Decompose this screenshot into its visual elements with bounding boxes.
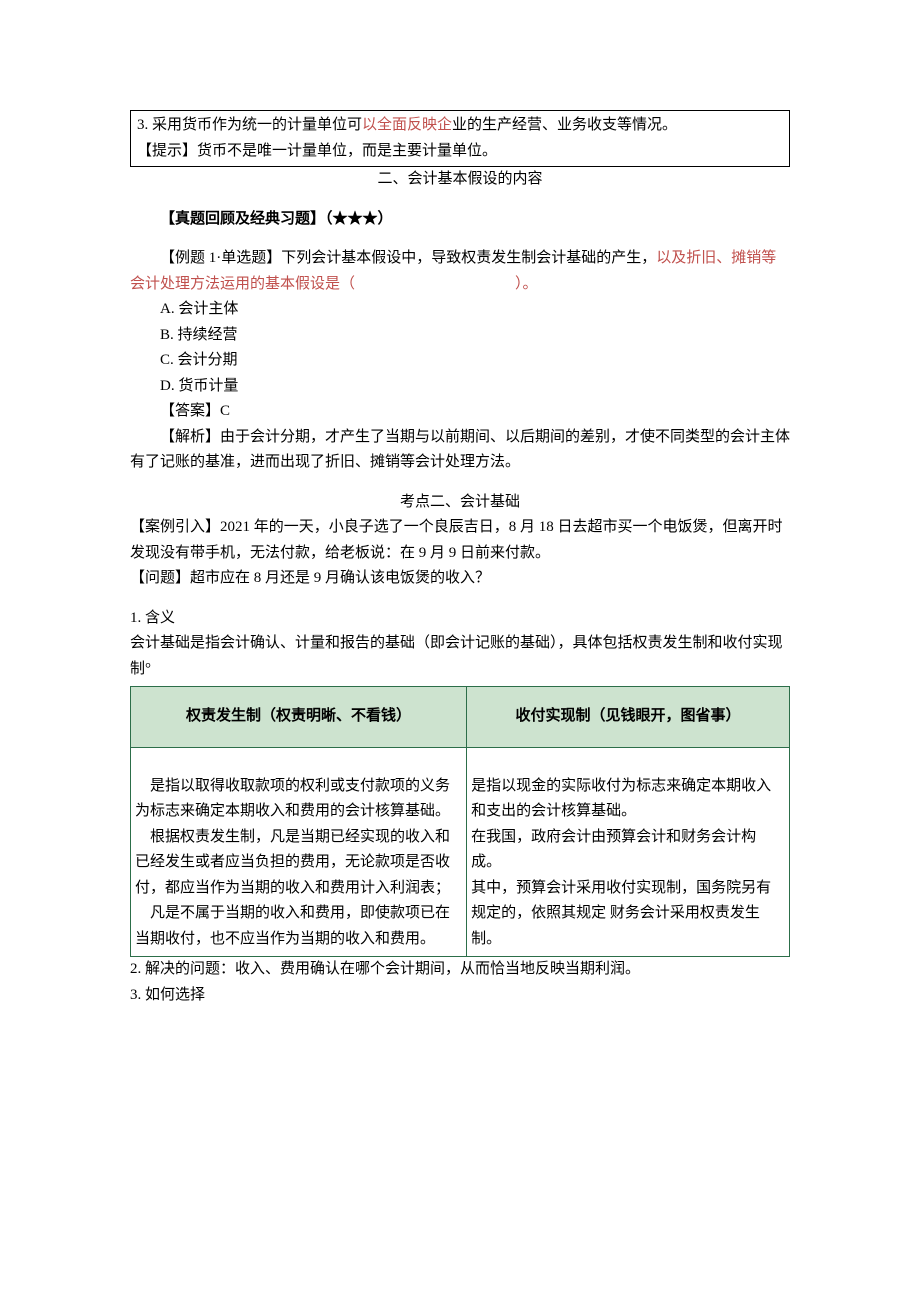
q1-optA: A. 会计主体 bbox=[130, 297, 790, 323]
definition-body-a: 会计基础是指会计确认、计量和报告的基础（即会计记账的基础），具体包括权责发生制和… bbox=[130, 635, 783, 677]
heading-assumptions: 二、会计基本假设的内容 bbox=[130, 167, 790, 193]
definition-body-b: ° bbox=[145, 661, 151, 677]
case-intro: 【案例引入】2021 年的一天，小良子选了一个良辰吉日，8 月 18 日去超市买… bbox=[130, 515, 790, 566]
comparison-table: 权责发生制（权责明晰、不看钱） 收付实现制（见钱眼开，图省事） 是指以取得收取款… bbox=[130, 686, 790, 957]
q1-stem-a: 【例题 1·单选题】下列会计基本假设中，导致权责发生制会计基础的产生， bbox=[160, 250, 656, 266]
q1-optB: B. 持续经营 bbox=[130, 323, 790, 349]
definition-body: 会计基础是指会计确认、计量和报告的基础（即会计记账的基础），具体包括权责发生制和… bbox=[130, 631, 790, 682]
q1-optC: C. 会计分期 bbox=[130, 348, 790, 374]
point-3: 3. 如何选择 bbox=[130, 983, 790, 1009]
q1-optD: D. 货币计量 bbox=[130, 374, 790, 400]
table-cell-accrual-text: 是指以取得收取款项的权利或支付款项的义务为标志来确定本期收入和费用的会计核算基础… bbox=[135, 774, 462, 953]
review-label: 【真题回顾及经典习题】（★★★） bbox=[130, 207, 790, 233]
table-cell-cash: 是指以现金的实际收付为标志来确定本期收入和支出的会计核算基础。 在我国，政府会计… bbox=[467, 748, 790, 957]
topbox-line2: 【提示】货币不是唯一计量单位，而是主要计量单位。 bbox=[137, 139, 783, 165]
q1-options: A. 会计主体 B. 持续经营 C. 会计分期 D. 货币计量 【答案】C bbox=[130, 297, 790, 425]
case-question: 【问题】超市应在 8 月还是 9 月确认该电饭煲的收入？ bbox=[130, 566, 790, 592]
q1-answer: 【答案】C bbox=[130, 399, 790, 425]
topbox-line1-b: 以全面反映企 bbox=[362, 117, 452, 133]
q1-stem-c: ）。 bbox=[515, 276, 538, 292]
table-cell-accrual: 是指以取得收取款项的权利或支付款项的义务为标志来确定本期收入和费用的会计核算基础… bbox=[131, 748, 467, 957]
table-header-cash: 收付实现制（见钱眼开，图省事） bbox=[467, 687, 790, 748]
topbox-line1-c: 业的生产经营、业务收支等情况。 bbox=[452, 117, 677, 133]
table-cell-cash-text: 是指以现金的实际收付为标志来确定本期收入和支出的会计核算基础。 在我国，政府会计… bbox=[471, 774, 785, 953]
point-2: 2. 解决的问题：收入、费用确认在哪个会计期间，从而恰当地反映当期利润。 bbox=[130, 957, 790, 983]
table-header-accrual: 权责发生制（权责明晰、不看钱） bbox=[131, 687, 467, 748]
q1-stem: 【例题 1·单选题】下列会计基本假设中，导致权责发生制会计基础的产生，以及折旧、… bbox=[130, 246, 790, 297]
keypoint2-title: 考点二、会计基础 bbox=[130, 490, 790, 516]
q1-explanation: 【解析】由于会计分期，才产生了当期与以前期间、以后期间的差别，才使不同类型的会计… bbox=[130, 425, 790, 476]
topbox-line1: 3. 采用货币作为统一的计量单位可以全面反映企业的生产经营、业务收支等情况。 bbox=[137, 113, 783, 139]
topbox-line1-a: 3. 采用货币作为统一的计量单位可 bbox=[137, 117, 362, 133]
top-note-box: 3. 采用货币作为统一的计量单位可以全面反映企业的生产经营、业务收支等情况。 【… bbox=[130, 110, 790, 167]
definition-title: 1. 含义 bbox=[130, 606, 790, 632]
